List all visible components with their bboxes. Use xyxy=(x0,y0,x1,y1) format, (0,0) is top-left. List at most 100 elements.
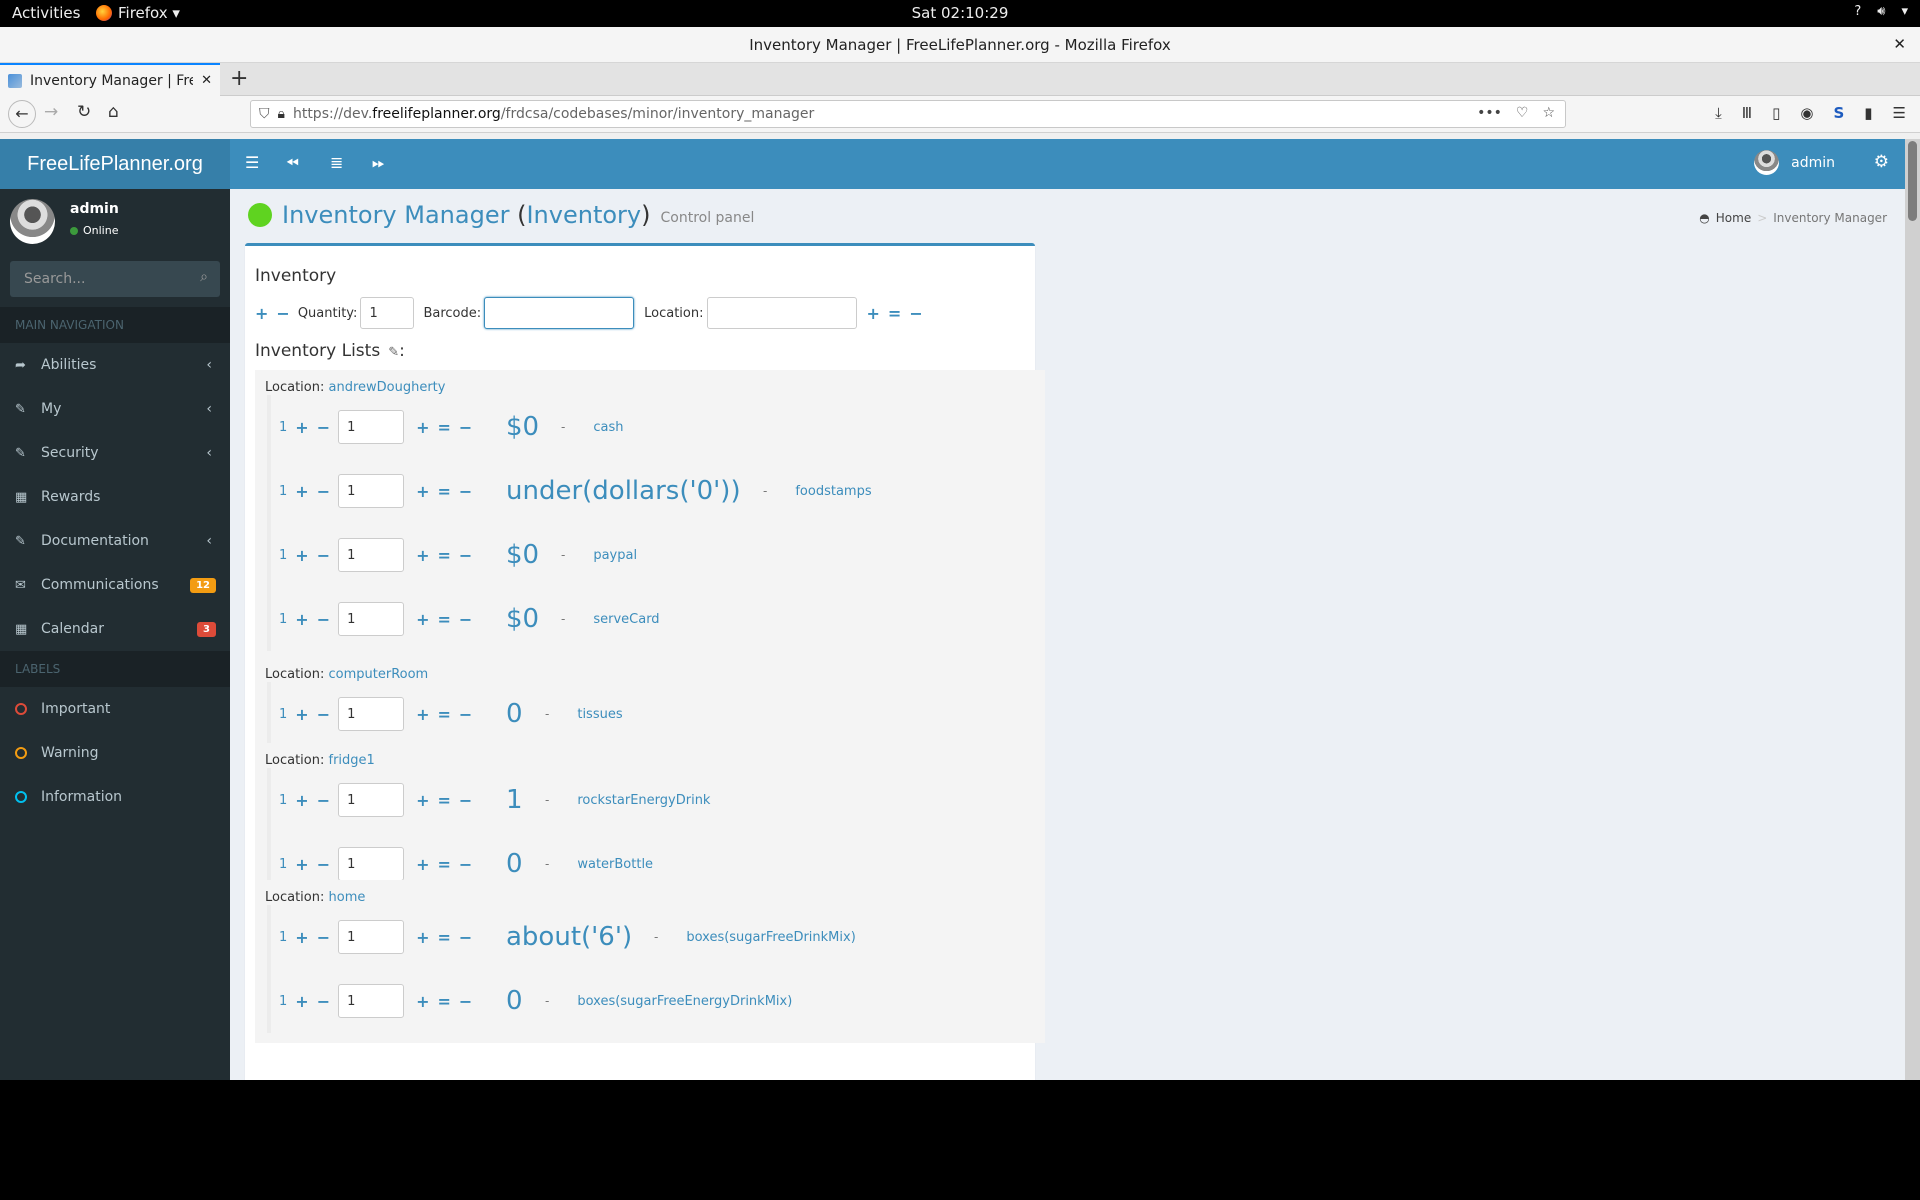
item-name-link[interactable]: rockstarEnergyDrink xyxy=(577,793,710,808)
add-button[interactable]: + xyxy=(416,482,429,501)
location-input[interactable] xyxy=(706,297,857,329)
sidebar-item-abilities[interactable]: ➦ Abilities ‹ xyxy=(0,343,230,387)
shield-icon[interactable]: ⛉ xyxy=(259,106,270,122)
add-button[interactable]: + xyxy=(416,705,429,724)
account-icon[interactable]: ◉ xyxy=(1800,104,1813,122)
sidebar-toggle-icon[interactable]: ▯ xyxy=(1772,104,1780,122)
set-button[interactable]: = xyxy=(438,546,451,565)
item-quantity-input[interactable]: 1 xyxy=(338,697,405,731)
decrement-button[interactable]: − xyxy=(317,610,330,629)
sidebar-search-input[interactable]: Search... ⌕ xyxy=(10,261,220,297)
system-tray[interactable]: ? 🔊︎ ▾ xyxy=(1854,4,1908,19)
remove-button[interactable]: − xyxy=(459,418,472,437)
extension-s-icon[interactable]: S xyxy=(1833,104,1844,122)
increment-button[interactable]: + xyxy=(295,791,308,810)
gears-icon[interactable]: ⚙ xyxy=(1874,152,1889,172)
increment-button[interactable]: + xyxy=(295,546,308,565)
browser-tab[interactable]: Inventory Manager | Free ✕ xyxy=(0,63,220,96)
increment-button[interactable]: + xyxy=(295,705,308,724)
page-title-link[interactable]: Inventory Manager xyxy=(282,201,509,229)
item-quantity-input[interactable]: 1 xyxy=(338,538,405,572)
item-name-link[interactable]: waterBottle xyxy=(577,857,653,872)
remove-button[interactable]: − xyxy=(459,610,472,629)
item-count[interactable]: 1 xyxy=(279,793,287,808)
menu-toggle-icon[interactable]: ☰ xyxy=(245,153,259,172)
item-quantity-input[interactable]: 1 xyxy=(338,783,405,817)
extension-trash-icon[interactable]: ▮ xyxy=(1864,104,1872,122)
home-icon[interactable]: ⌂ xyxy=(108,102,119,122)
page-title-inventory-link[interactable]: Inventory xyxy=(526,201,641,229)
item-count[interactable]: 1 xyxy=(279,707,287,722)
close-tab-icon[interactable]: ✕ xyxy=(201,73,212,88)
remove-button[interactable]: − xyxy=(459,791,472,810)
decrement-button[interactable]: − xyxy=(317,992,330,1011)
logo[interactable]: FreeLifePlanner.org xyxy=(0,139,230,189)
remove-button[interactable]: − xyxy=(459,546,472,565)
header-user-menu[interactable]: admin xyxy=(1754,150,1835,175)
increment-button[interactable]: + xyxy=(295,610,308,629)
remove-button[interactable]: − xyxy=(459,928,472,947)
barcode-input[interactable] xyxy=(484,297,635,329)
item-count[interactable]: 1 xyxy=(279,857,287,872)
label-warning[interactable]: Warning xyxy=(0,731,230,775)
close-window-icon[interactable]: ✕ xyxy=(1893,35,1906,53)
bookmark-star-icon[interactable]: ☆ xyxy=(1542,105,1555,121)
back-icon[interactable]: ← xyxy=(8,100,36,128)
item-quantity-input[interactable]: 1 xyxy=(338,474,405,508)
item-count[interactable]: 1 xyxy=(279,994,287,1009)
sidebar-item-rewards[interactable]: ▦ Rewards xyxy=(0,475,230,519)
item-name-link[interactable]: foodstamps xyxy=(795,484,871,499)
set-button[interactable]: = xyxy=(438,705,451,724)
item-quantity-input[interactable]: 1 xyxy=(338,984,405,1018)
item-count[interactable]: 1 xyxy=(279,612,287,627)
increment-button[interactable]: + xyxy=(295,992,308,1011)
item-count[interactable]: 1 xyxy=(279,484,287,499)
increment-button[interactable]: + xyxy=(295,418,308,437)
decrement-button[interactable]: − xyxy=(317,705,330,724)
sidebar-item-calendar[interactable]: ▦ Calendar 3 xyxy=(0,607,230,651)
item-quantity-input[interactable]: 1 xyxy=(338,602,405,636)
remove-button[interactable]: − xyxy=(459,992,472,1011)
clock[interactable]: Sat 02:10:29 xyxy=(0,4,1920,22)
item-name-link[interactable]: paypal xyxy=(593,548,637,563)
set-button[interactable]: = xyxy=(438,855,451,874)
remove-button[interactable]: − xyxy=(276,304,289,323)
location-link[interactable]: home xyxy=(329,890,366,905)
remove-button[interactable]: − xyxy=(459,855,472,874)
location-link[interactable]: computerRoom xyxy=(329,667,429,682)
item-quantity-input[interactable]: 1 xyxy=(338,847,405,881)
label-information[interactable]: Information xyxy=(0,775,230,819)
fast-forward-icon[interactable]: ⏩︎ xyxy=(372,153,385,173)
sidebar-item-my[interactable]: ✎ My ‹ xyxy=(0,387,230,431)
decrement-button[interactable]: − xyxy=(317,546,330,565)
location-add-button[interactable]: + xyxy=(867,304,880,323)
location-set-button[interactable]: = xyxy=(888,304,901,323)
breadcrumb-home[interactable]: Home xyxy=(1716,211,1751,225)
decrement-button[interactable]: − xyxy=(317,855,330,874)
url-bar[interactable]: ⛉ 🔒︎ https://dev. freelifeplanner.org/frd… xyxy=(250,100,1566,128)
increment-button[interactable]: + xyxy=(295,928,308,947)
location-link[interactable]: andrewDougherty xyxy=(329,380,446,395)
remove-button[interactable]: − xyxy=(459,482,472,501)
add-button[interactable]: + xyxy=(416,610,429,629)
item-count[interactable]: 1 xyxy=(279,420,287,435)
item-name-link[interactable]: tissues xyxy=(577,707,622,722)
quantity-input[interactable]: 1 xyxy=(360,297,415,329)
item-name-link[interactable]: boxes(sugarFreeDrinkMix) xyxy=(686,930,855,945)
decrement-button[interactable]: − xyxy=(317,791,330,810)
reload-icon[interactable]: ↻ xyxy=(77,102,91,122)
location-remove-button[interactable]: − xyxy=(909,304,922,323)
increment-button[interactable]: + xyxy=(295,482,308,501)
decrement-button[interactable]: − xyxy=(317,418,330,437)
item-quantity-input[interactable]: 1 xyxy=(338,410,405,444)
item-name-link[interactable]: cash xyxy=(593,420,623,435)
new-tab-button[interactable]: + xyxy=(230,66,248,91)
edit-icon[interactable]: ✎ xyxy=(388,345,399,360)
item-quantity-input[interactable]: 1 xyxy=(338,920,405,954)
remove-button[interactable]: − xyxy=(459,705,472,724)
rewind-icon[interactable]: ⏪︎ xyxy=(286,153,299,173)
vertical-scrollbar[interactable] xyxy=(1905,139,1920,1080)
forward-icon[interactable]: → xyxy=(44,102,58,122)
add-button[interactable]: + xyxy=(416,546,429,565)
decrement-button[interactable]: − xyxy=(317,482,330,501)
